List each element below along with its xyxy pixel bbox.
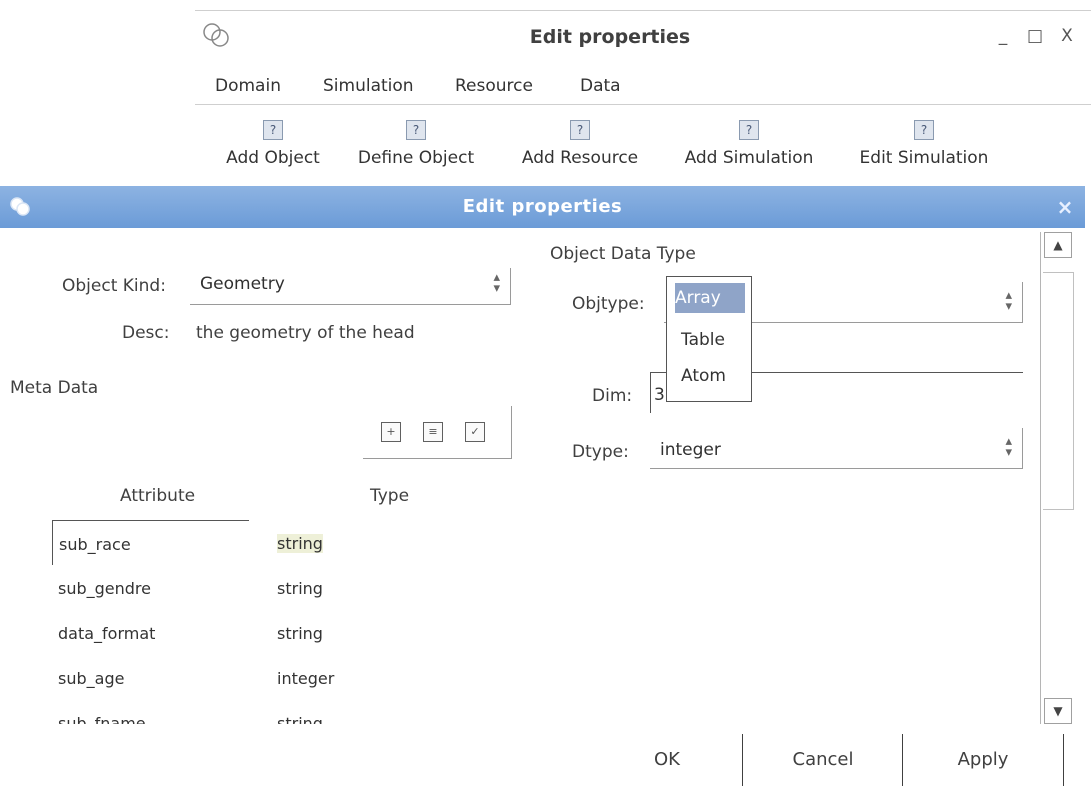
attribute-cell[interactable]: sub_age <box>58 669 124 688</box>
dtype-value: integer <box>660 440 721 460</box>
ok-button[interactable]: OK <box>592 734 742 786</box>
define-object-button[interactable]: ? Define Object <box>341 120 491 180</box>
toolbar: ? Add Object ? Define Object ? Add Resou… <box>195 120 1091 180</box>
add-resource-button[interactable]: ? Add Resource <box>505 120 655 180</box>
objtype-option-table[interactable]: Table <box>681 325 751 355</box>
placeholder-icon: ? <box>570 120 590 140</box>
type-column-header[interactable]: Type <box>370 486 409 506</box>
main-window-title: Edit properties <box>529 26 691 48</box>
add-object-label: Add Object <box>226 148 320 168</box>
close-icon[interactable]: X <box>1057 25 1077 47</box>
dim-label: Dim: <box>592 386 633 406</box>
type-cell[interactable]: string <box>277 624 323 643</box>
dim-value: 3 <box>654 385 665 405</box>
placeholder-icon: ? <box>914 120 934 140</box>
object-kind-label: Object Kind: <box>62 276 166 296</box>
dialog-title: Edit properties <box>462 196 623 217</box>
objtype-option-array[interactable]: Array <box>675 283 745 313</box>
objtype-option-atom[interactable]: Atom <box>681 361 751 391</box>
menu-resource[interactable]: Resource <box>455 76 533 96</box>
add-object-button[interactable]: ? Add Object <box>209 120 337 180</box>
dtype-select[interactable]: integer ▴ ▾ <box>650 428 1023 469</box>
objtype-dropdown-list: Array Table Atom <box>666 276 752 402</box>
cancel-button[interactable]: Cancel <box>742 734 903 786</box>
placeholder-icon: ? <box>406 120 426 140</box>
meta-data-label: Meta Data <box>10 378 99 398</box>
edit-simulation-button[interactable]: ? Edit Simulation <box>843 120 1005 180</box>
object-kind-select[interactable]: Geometry ▴ ▾ <box>190 268 511 305</box>
menu-data[interactable]: Data <box>580 76 621 96</box>
menubar: Domain Simulation Resource Data <box>195 72 1091 105</box>
dtype-label: Dtype: <box>572 442 629 462</box>
main-window-titlebar[interactable]: Edit properties _ □ X <box>195 10 1091 63</box>
meta-data-toolbar: + ≡ ✓ <box>363 406 512 459</box>
define-object-label: Define Object <box>357 148 475 168</box>
attribute-cell[interactable]: sub_gendre <box>58 579 151 598</box>
table-row[interactable]: sub_race <box>52 520 249 565</box>
dialog-titlebar[interactable]: Edit properties × <box>0 186 1085 228</box>
type-cell[interactable]: string <box>277 714 323 724</box>
edit-simulation-label: Edit Simulation <box>859 148 989 168</box>
main-window: Edit properties _ □ X Domain Simulation … <box>195 10 1091 190</box>
placeholder-icon: ? <box>739 120 759 140</box>
attribute-cell: sub_race <box>59 535 131 554</box>
delete-attribute-icon[interactable]: ✓ <box>465 422 485 442</box>
scroll-down-icon[interactable]: ▼ <box>1044 698 1072 724</box>
desc-label: Desc: <box>122 323 170 343</box>
type-cell[interactable]: string <box>277 534 323 553</box>
menu-domain[interactable]: Domain <box>215 76 281 96</box>
type-cell[interactable]: integer <box>277 669 334 688</box>
type-cell[interactable]: string <box>277 579 323 598</box>
close-icon[interactable]: × <box>1052 194 1078 220</box>
placeholder-icon: ? <box>263 120 283 140</box>
menu-simulation[interactable]: Simulation <box>323 76 414 96</box>
add-resource-label: Add Resource <box>521 148 639 168</box>
edit-attribute-icon[interactable]: ≡ <box>423 422 443 442</box>
object-data-type-heading: Object Data Type <box>550 244 696 264</box>
apply-button[interactable]: Apply <box>902 734 1064 786</box>
add-simulation-label: Add Simulation <box>684 148 814 168</box>
object-kind-value: Geometry <box>200 274 285 294</box>
attribute-cell[interactable]: sub_fname <box>58 714 146 724</box>
scroll-thumb[interactable] <box>1043 272 1074 510</box>
spin-arrows-icon: ▴ ▾ <box>1005 434 1012 460</box>
attribute-cell[interactable]: data_format <box>58 624 155 643</box>
minimize-icon[interactable]: _ <box>993 25 1013 47</box>
add-simulation-button[interactable]: ? Add Simulation <box>669 120 829 180</box>
vertical-scrollbar[interactable]: ▲ ▼ <box>1040 232 1075 724</box>
add-attribute-icon[interactable]: + <box>381 422 401 442</box>
scroll-up-icon[interactable]: ▲ <box>1044 232 1072 258</box>
objtype-label: Objtype: <box>572 294 645 314</box>
maximize-icon[interactable]: □ <box>1025 25 1045 47</box>
window-controls: _ □ X <box>985 25 1085 49</box>
edit-properties-dialog: Edit properties × Object Kind: Geometry … <box>0 186 1085 808</box>
desc-value: the geometry of the head <box>196 323 415 343</box>
spin-arrows-icon: ▴ ▾ <box>1005 288 1012 314</box>
spin-arrows-icon: ▴ ▾ <box>493 270 500 296</box>
attribute-column-header[interactable]: Attribute <box>120 486 195 506</box>
table-row-clipped: sub_fname string <box>40 710 400 724</box>
